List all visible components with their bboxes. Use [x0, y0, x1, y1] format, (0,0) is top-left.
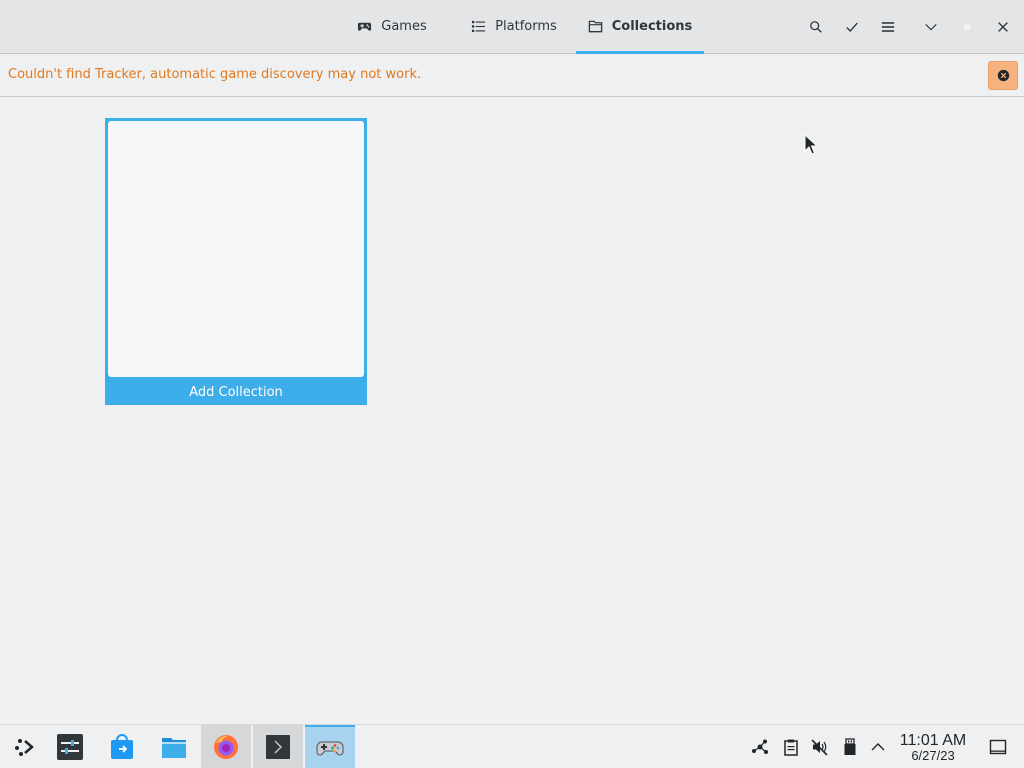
task-file-manager[interactable] — [149, 725, 199, 768]
tray-clipboard[interactable] — [781, 737, 801, 757]
selection-mode-button[interactable] — [838, 13, 866, 41]
application-launcher[interactable] — [0, 725, 50, 768]
tray-volume[interactable] — [810, 737, 830, 757]
tray-network[interactable] — [750, 737, 770, 757]
task-terminal[interactable] — [253, 725, 303, 768]
application-launcher-icon — [15, 739, 34, 756]
task-games[interactable] — [305, 725, 355, 768]
tray-expand[interactable] — [868, 737, 888, 757]
clipboard-icon — [784, 739, 798, 756]
tab-collections[interactable]: Collections — [576, 0, 704, 54]
tab-games-label: Games — [381, 19, 427, 34]
file-manager-icon — [162, 738, 186, 758]
task-discover[interactable] — [97, 725, 147, 768]
taskbar: 11:01 AM 6/27/23 — [0, 724, 1024, 768]
network-icon — [752, 739, 768, 754]
view-tabs: Games Platforms Collections — [332, 0, 704, 54]
warning-infobar: Couldn't find Tracker, automatic game di… — [0, 54, 1024, 97]
close-icon — [998, 22, 1008, 32]
tray-usb[interactable] — [840, 737, 860, 757]
volume-muted-icon — [811, 739, 828, 756]
tab-platforms-label: Platforms — [495, 19, 557, 34]
add-collection-label: Add Collection — [189, 385, 283, 400]
close-window-button[interactable] — [989, 13, 1017, 41]
maximize-button[interactable] — [953, 13, 981, 41]
gamepad-icon — [358, 22, 372, 31]
minimize-button[interactable] — [917, 13, 945, 41]
tab-games[interactable]: Games — [332, 0, 452, 53]
discover-store-icon — [111, 734, 133, 759]
task-firefox[interactable] — [201, 725, 251, 768]
tab-collections-label: Collections — [611, 19, 693, 34]
search-icon — [810, 21, 822, 33]
task-settings[interactable] — [45, 725, 95, 768]
terminal-icon — [266, 735, 290, 759]
show-desktop-icon — [989, 739, 1007, 755]
settings-icon — [57, 734, 83, 760]
firefox-icon — [214, 735, 238, 759]
check-icon — [846, 22, 858, 32]
chevron-up-icon — [871, 743, 885, 751]
main-menu-button[interactable] — [874, 13, 902, 41]
list-icon — [472, 20, 486, 33]
mouse-cursor-icon — [804, 134, 818, 155]
add-collection-card[interactable]: Add Collection — [105, 118, 367, 405]
warning-message: Couldn't find Tracker, automatic game di… — [8, 67, 422, 82]
usb-icon — [844, 738, 856, 755]
clock-date: 6/27/23 — [911, 748, 955, 763]
folder-icon — [588, 20, 602, 33]
header-bar: Games Platforms Collections — [0, 0, 1024, 54]
search-button[interactable] — [802, 13, 830, 41]
dismiss-warning-button[interactable] — [988, 61, 1018, 90]
hamburger-menu-icon — [881, 22, 895, 32]
circle-icon — [963, 23, 971, 31]
chevron-down-icon — [925, 23, 937, 31]
collection-cover-placeholder — [108, 121, 364, 377]
digital-clock[interactable]: 11:01 AM 6/27/23 — [896, 732, 970, 763]
games-icon — [316, 741, 344, 756]
tab-platforms[interactable]: Platforms — [452, 0, 576, 53]
show-desktop-button[interactable] — [988, 737, 1008, 757]
clock-time: 11:01 AM — [899, 732, 967, 749]
close-circle-icon — [997, 69, 1009, 82]
